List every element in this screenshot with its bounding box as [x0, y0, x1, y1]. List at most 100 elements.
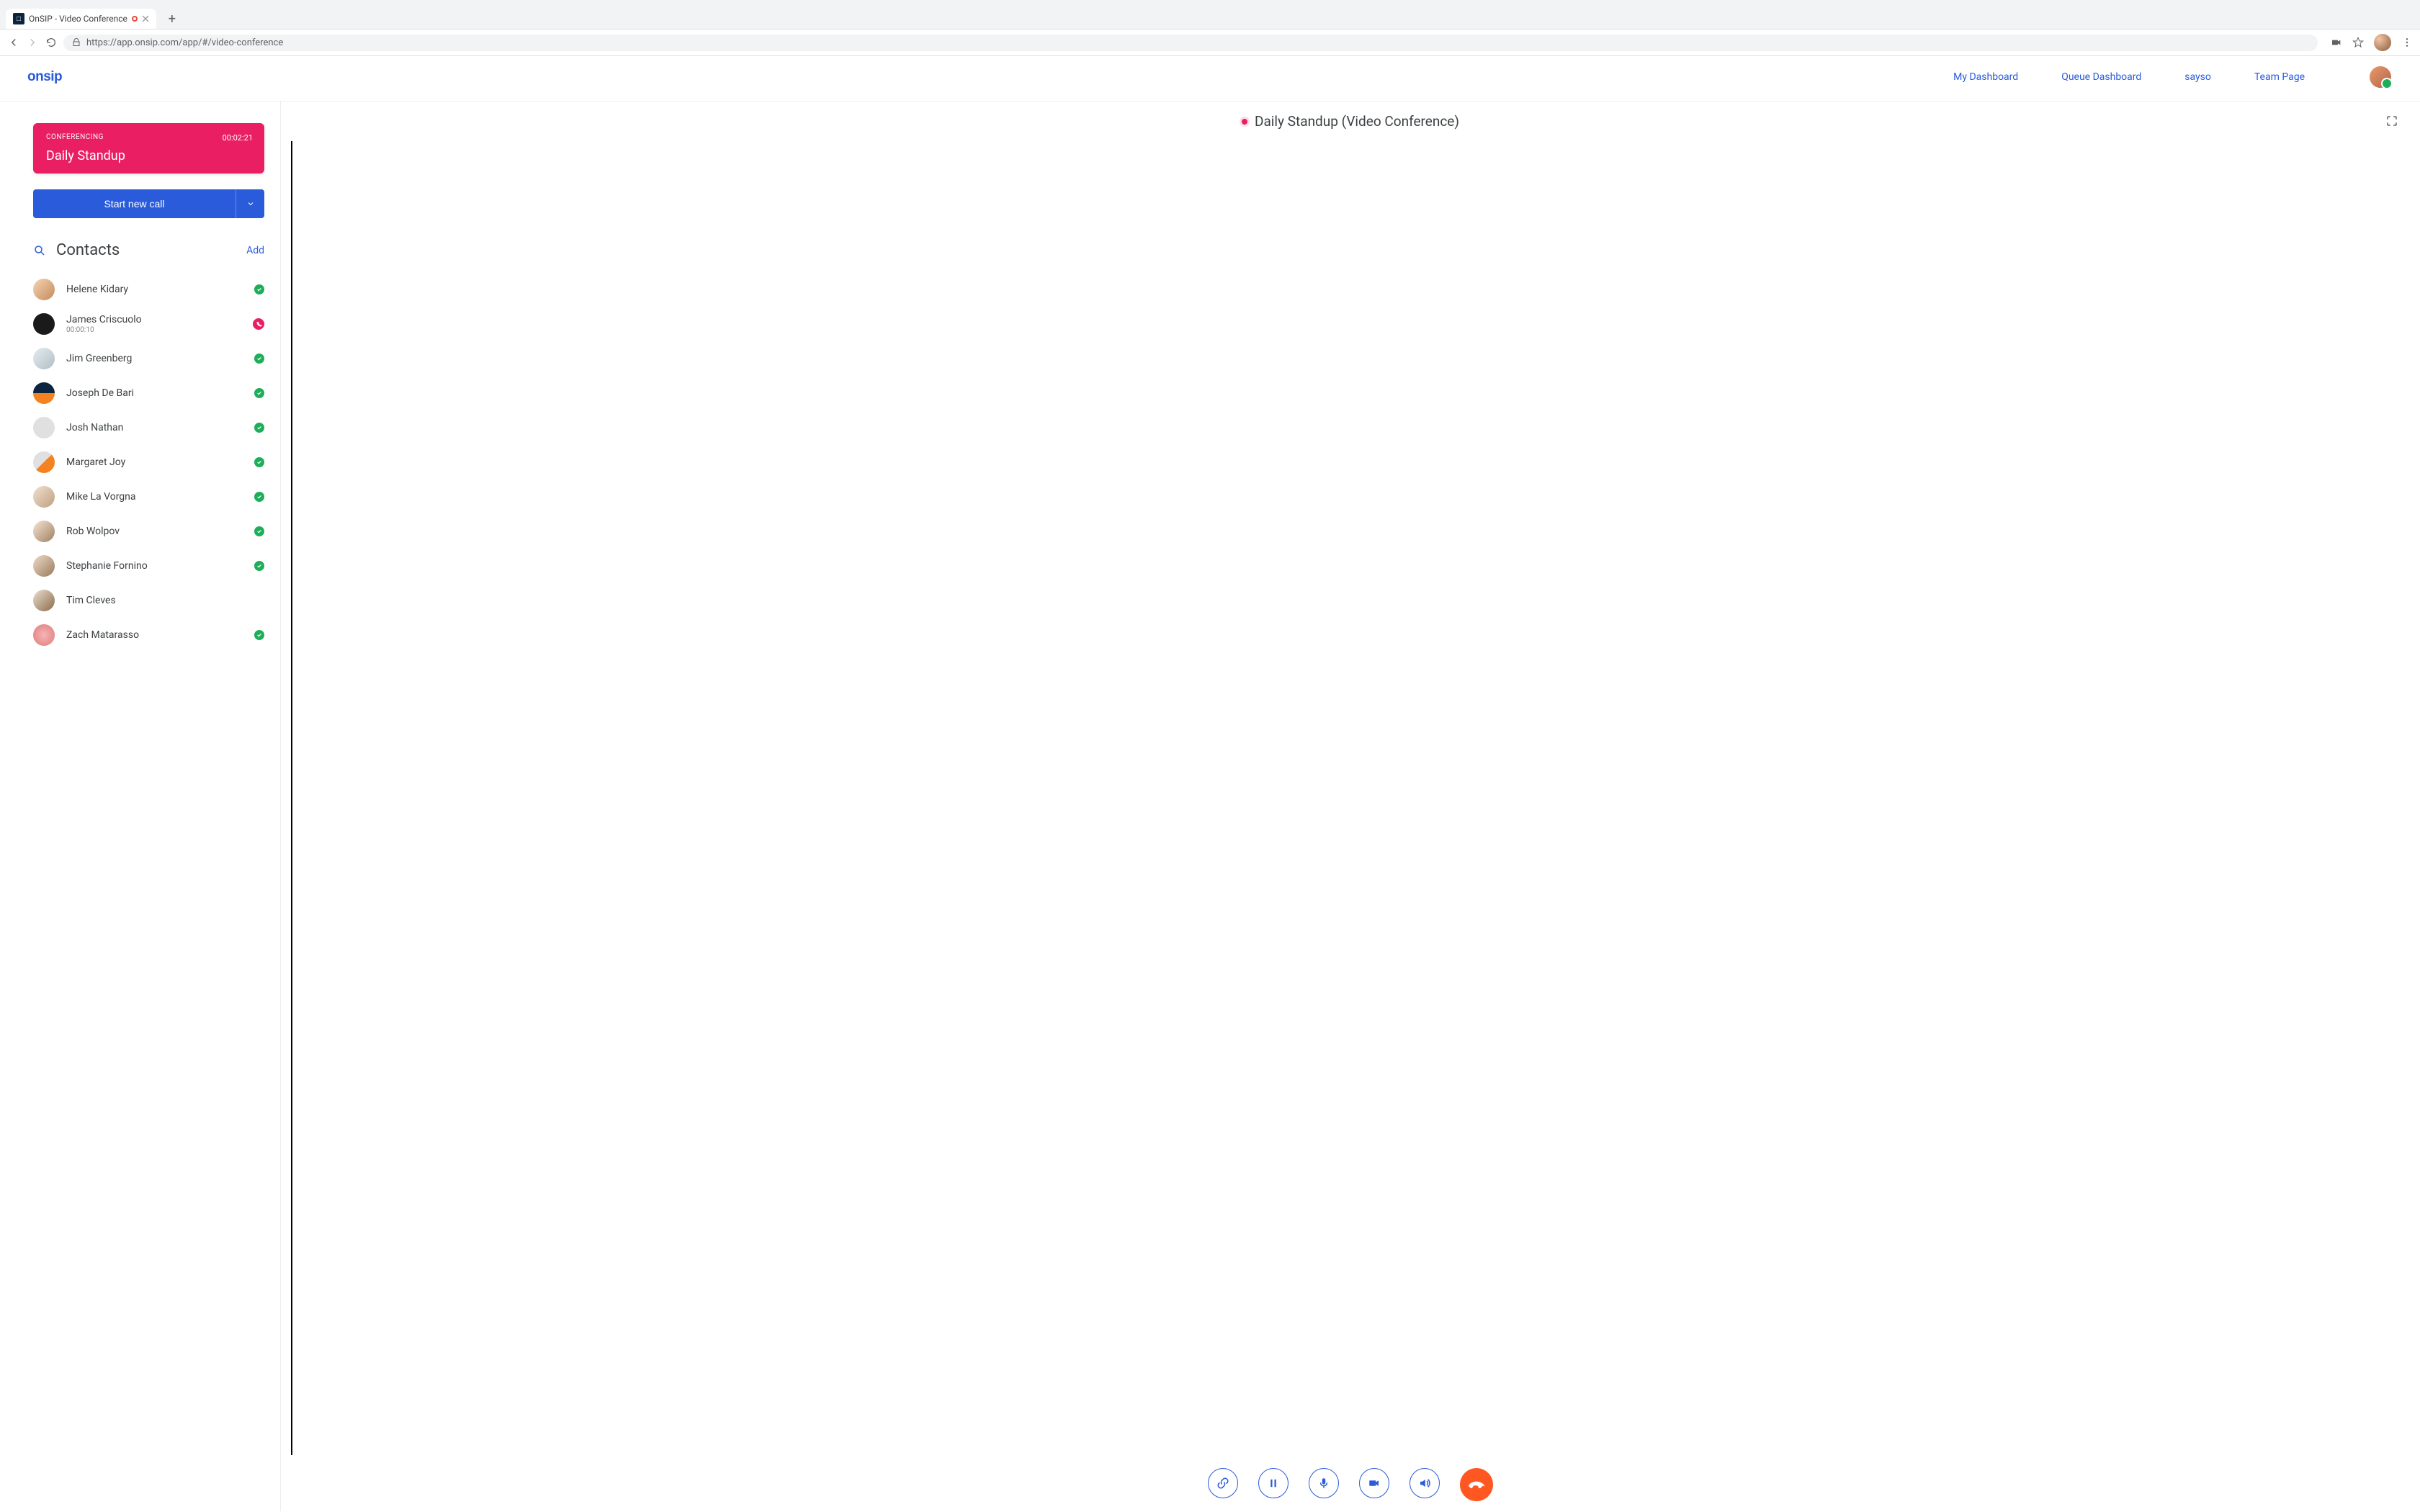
phone-icon [1465, 1473, 1487, 1495]
mute-mic-button[interactable] [1309, 1468, 1339, 1498]
pause-button[interactable] [1258, 1468, 1289, 1498]
hangup-button[interactable] [1460, 1468, 1493, 1501]
contact-name: Helene Kidary [66, 284, 243, 295]
start-call-dropdown[interactable] [236, 189, 264, 218]
contact-info: Rob Wolpov [66, 526, 243, 537]
contact-subtext: 00:00:10 [66, 326, 241, 334]
contact-avatar [33, 279, 55, 300]
contact-row[interactable]: Mike La Vorgna [33, 480, 264, 514]
contact-name: Rob Wolpov [66, 526, 243, 537]
chevron-down-icon [246, 199, 255, 208]
nav-dashboard[interactable]: My Dashboard [1953, 71, 2018, 83]
contact-name: Zach Matarasso [66, 629, 243, 641]
start-call-group: Start new call [33, 189, 264, 218]
nav-team[interactable]: Team Page [2254, 71, 2305, 83]
contact-avatar [33, 521, 55, 542]
reload-button[interactable] [45, 36, 58, 49]
status-available-icon [254, 492, 264, 502]
recording-dot-icon [1242, 119, 1247, 125]
contact-row[interactable]: Jim Greenberg [33, 341, 264, 376]
video-title: Daily Standup (Video Conference) [1255, 113, 1459, 130]
speaker-button[interactable] [1410, 1468, 1440, 1498]
conference-timer: 00:02:21 [223, 133, 253, 143]
contact-info: Jim Greenberg [66, 353, 243, 364]
contact-row[interactable]: Margaret Joy [33, 445, 264, 480]
app-header: onsip My Dashboard Queue Dashboard sayso… [0, 56, 2420, 102]
contact-info: Josh Nathan [66, 422, 243, 433]
contact-row[interactable]: Helene Kidary [33, 272, 264, 307]
search-icon[interactable] [33, 244, 46, 257]
contact-list: Helene Kidary James Criscuolo00:00:10 Jim … [33, 272, 264, 652]
contact-row[interactable]: Tim Cleves [33, 583, 264, 618]
contact-row[interactable]: Zach Matarasso [33, 618, 264, 652]
contact-avatar [33, 313, 55, 335]
video-grid [291, 141, 292, 1455]
status-available-icon [254, 388, 264, 398]
nav-queue[interactable]: Queue Dashboard [2061, 71, 2141, 83]
browser-chrome: □ OnSIP - Video Conference + https://app… [0, 0, 2420, 56]
contact-name: Tim Cleves [66, 595, 264, 606]
contact-avatar [33, 555, 55, 577]
back-button[interactable] [7, 36, 20, 49]
fullscreen-icon [2385, 114, 2398, 127]
contact-info: Zach Matarasso [66, 629, 243, 641]
contact-info: James Criscuolo00:00:10 [66, 314, 241, 334]
url-text: https://app.onsip.com/app/#/video-confer… [86, 37, 283, 48]
microphone-icon [1317, 1477, 1330, 1490]
favicon: □ [13, 13, 24, 24]
speaker-icon [1418, 1477, 1431, 1490]
tab-title: OnSIP - Video Conference [29, 14, 127, 24]
contact-avatar [33, 624, 55, 646]
new-tab-button[interactable]: + [162, 9, 182, 29]
contact-info: Margaret Joy [66, 456, 243, 468]
header-nav: My Dashboard Queue Dashboard sayso Team … [1953, 66, 2391, 88]
contact-info: Tim Cleves [66, 595, 264, 606]
copy-link-button[interactable] [1208, 1468, 1238, 1498]
contact-row[interactable]: Rob Wolpov [33, 514, 264, 549]
fullscreen-button[interactable] [2385, 114, 2398, 130]
camera-permission-icon[interactable] [2331, 37, 2342, 48]
contact-name: James Criscuolo [66, 314, 241, 325]
tab-bar: □ OnSIP - Video Conference + [0, 0, 2420, 29]
start-call-button[interactable]: Start new call [33, 189, 236, 218]
video-title-bar: Daily Standup (Video Conference) [281, 102, 2420, 141]
contact-info: Helene Kidary [66, 284, 243, 295]
logo[interactable]: onsip [27, 69, 62, 85]
conference-title: Daily Standup [46, 148, 251, 163]
contact-avatar [33, 382, 55, 404]
chrome-profile-avatar[interactable] [2374, 34, 2391, 51]
contact-name: Joseph De Bari [66, 387, 243, 399]
bookmark-star-icon[interactable] [2352, 37, 2364, 48]
contact-row[interactable]: Stephanie Fornino [33, 549, 264, 583]
contact-row[interactable]: Joseph De Bari [33, 376, 264, 410]
main-content: Daily Standup (Video Conference) [281, 102, 2420, 1511]
status-available-icon [254, 354, 264, 364]
link-icon [1216, 1477, 1229, 1490]
contact-avatar [33, 417, 55, 438]
address-bar[interactable]: https://app.onsip.com/app/#/video-confer… [63, 35, 2318, 51]
toggle-video-button[interactable] [1359, 1468, 1389, 1498]
call-controls [281, 1455, 2420, 1511]
contact-avatar [33, 348, 55, 369]
contacts-header: Contacts Add [33, 241, 264, 259]
contact-name: Stephanie Fornino [66, 560, 243, 572]
contact-name: Josh Nathan [66, 422, 243, 433]
status-available-icon [254, 561, 264, 571]
add-contact-button[interactable]: Add [246, 245, 264, 256]
recording-indicator-icon [132, 16, 138, 22]
active-conference-card[interactable]: CONFERENCING 00:02:21 Daily Standup [33, 123, 264, 174]
lock-icon [72, 38, 81, 47]
contact-row[interactable]: James Criscuolo00:00:10 [33, 307, 264, 341]
browser-tab[interactable]: □ OnSIP - Video Conference [6, 9, 156, 29]
user-avatar[interactable] [2370, 66, 2391, 88]
status-calling-icon [253, 318, 264, 330]
close-tab-icon[interactable] [142, 15, 149, 22]
chrome-menu-icon[interactable] [2401, 37, 2413, 48]
contact-row[interactable]: Josh Nathan [33, 410, 264, 445]
conference-label: CONFERENCING [46, 133, 251, 141]
forward-button[interactable] [26, 36, 39, 49]
contact-avatar [33, 590, 55, 611]
status-available-icon [254, 423, 264, 433]
contact-info: Mike La Vorgna [66, 491, 243, 503]
nav-sayso[interactable]: sayso [2184, 71, 2211, 83]
